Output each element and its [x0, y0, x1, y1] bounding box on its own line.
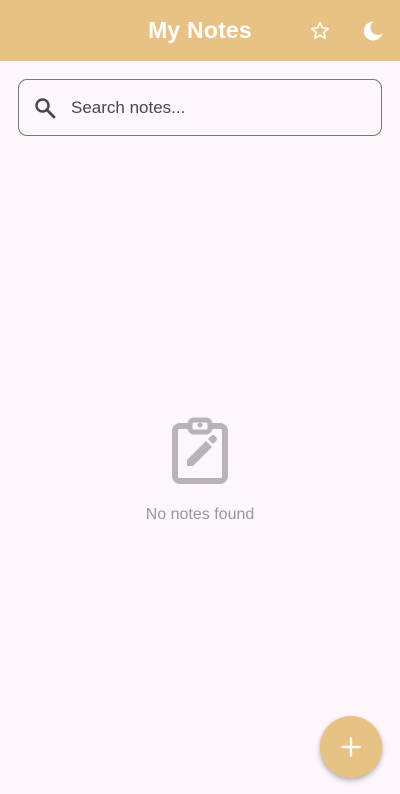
moon-icon — [363, 21, 383, 41]
page-title: My Notes — [148, 17, 252, 43]
search-field[interactable] — [18, 79, 382, 136]
search-input[interactable] — [71, 80, 371, 135]
empty-state-message: No notes found — [145, 506, 255, 523]
favorites-button[interactable] — [301, 12, 339, 50]
clipboard-edit-icon — [172, 417, 228, 484]
app-bar: My Notes — [0, 0, 400, 61]
empty-state: No notes found — [0, 412, 400, 532]
notes-app: My Notes Search notes... No notes found — [0, 0, 400, 794]
theme-toggle-button[interactable] — [354, 12, 392, 50]
star-outline-icon — [310, 21, 330, 40]
add-note-button[interactable] — [320, 716, 382, 778]
plus-icon — [341, 737, 361, 757]
search-icon — [33, 96, 57, 120]
